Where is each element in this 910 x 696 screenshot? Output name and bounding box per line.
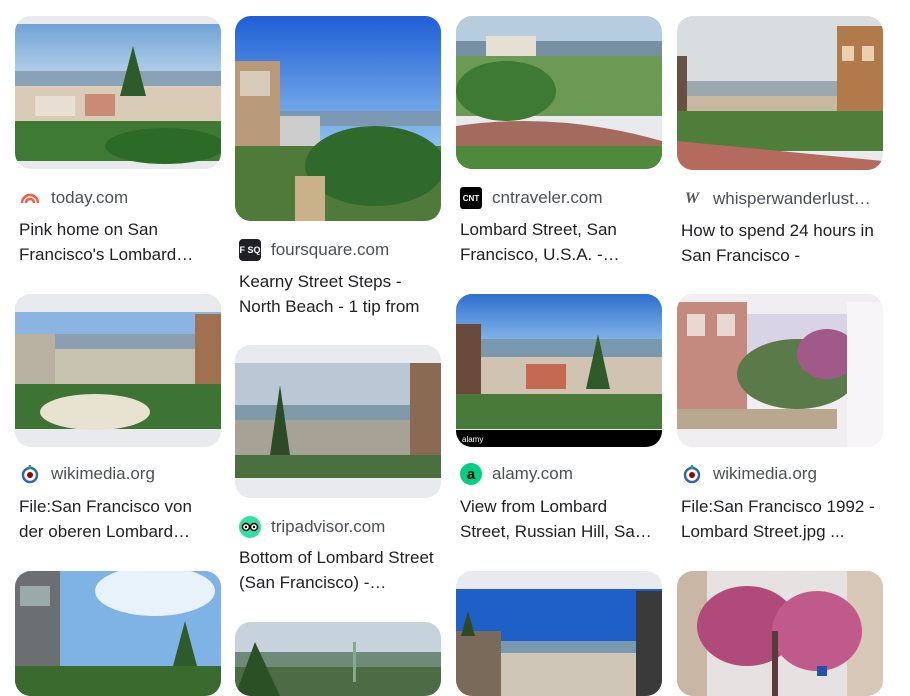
wikimedia-icon [681, 463, 703, 485]
result-title[interactable]: File:San Francisco von der oberen Lombar… [19, 494, 219, 544]
alamy-icon: a [460, 463, 482, 485]
result-source[interactable]: wikimedia.org [681, 462, 881, 486]
result-title[interactable]: View from Lombard Street, Russian Hill, … [460, 494, 660, 544]
result-title[interactable]: Bottom of Lombard Street (San Francisco)… [239, 545, 439, 595]
result-image[interactable] [456, 16, 662, 169]
whisper-icon: W [684, 190, 700, 207]
result-image[interactable] [235, 16, 441, 221]
source-name: cntraveler.com [492, 188, 603, 207]
result-title[interactable]: Lombard Street, San Francisco, U.S.A. - … [460, 217, 660, 267]
foursquare-icon: F SQ [239, 239, 261, 261]
result-title[interactable]: Kearny Street Steps - North Beach - 1 ti… [239, 269, 439, 319]
result-title[interactable]: Pink home on San Francisco's Lombard Str… [19, 217, 219, 267]
result-source[interactable]: F SQ foursquare.com [239, 238, 439, 262]
wikimedia-icon [19, 463, 41, 485]
result-image[interactable] [677, 571, 883, 696]
result-source[interactable]: today.com [19, 186, 219, 210]
tripadvisor-icon [239, 516, 261, 538]
today-icon [19, 187, 41, 209]
source-name: tripadvisor.com [271, 517, 386, 536]
source-name: wikimedia.org [51, 464, 155, 483]
result-image[interactable] [15, 571, 221, 696]
result-image[interactable] [235, 622, 441, 696]
source-name: today.com [51, 188, 129, 207]
result-image[interactable]: alamy [456, 294, 662, 447]
result-image[interactable] [15, 16, 221, 169]
result-image[interactable] [677, 294, 883, 447]
source-name: wikimedia.org [713, 464, 817, 483]
result-source[interactable]: CNT cntraveler.com [460, 186, 660, 210]
source-name: whisperwanderlust… [713, 189, 871, 208]
result-source[interactable]: wikimedia.org [19, 462, 219, 486]
result-image[interactable] [677, 16, 883, 170]
alamy-watermark: alamy [462, 435, 483, 444]
result-title[interactable]: How to spend 24 hours in San Francisco - [681, 218, 881, 268]
result-source[interactable]: a alamy.com [460, 462, 660, 486]
foursquare-icon-text: F SQ [239, 244, 261, 255]
result-title[interactable]: File:San Francisco 1992 - Lombard Street… [681, 494, 881, 544]
result-image[interactable] [456, 571, 662, 696]
source-name: foursquare.com [271, 240, 390, 259]
result-image[interactable] [15, 294, 221, 447]
result-source[interactable]: W whisperwanderlust… [681, 187, 881, 211]
cnt-icon: CNT [460, 187, 482, 209]
result-source[interactable]: tripadvisor.com [239, 515, 439, 539]
result-image[interactable] [235, 345, 441, 498]
source-name: alamy.com [492, 464, 573, 483]
